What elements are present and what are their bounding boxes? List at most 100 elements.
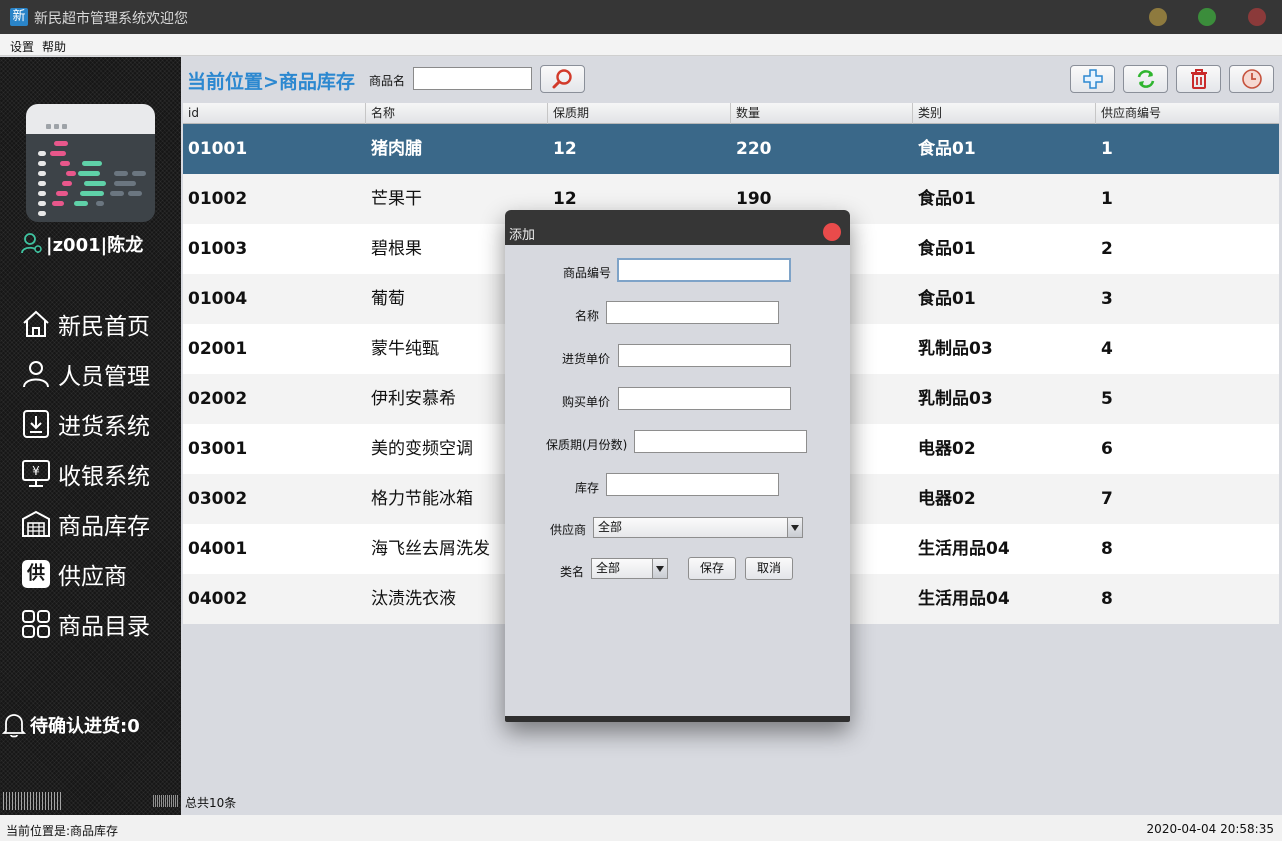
table-cell: 04001 (188, 539, 248, 559)
delete-icon (1190, 69, 1207, 89)
table-cell: 02002 (188, 389, 248, 409)
supplier-select[interactable]: 全部 (593, 517, 803, 538)
sale-price-input[interactable] (618, 387, 791, 410)
add-button[interactable] (1070, 65, 1115, 93)
chevron-down-icon (652, 559, 667, 578)
pending-purchases-label: 待确认进货:0 (30, 716, 140, 737)
dialog-close-button[interactable] (823, 223, 841, 241)
column-header[interactable]: 供应商编号 (1096, 103, 1279, 124)
home-icon (20, 308, 52, 340)
delete-button[interactable] (1176, 65, 1221, 93)
search-label: 商品名 (369, 74, 406, 88)
nav-staff[interactable]: 人员管理 (20, 357, 150, 391)
table-cell: 电器02 (918, 439, 976, 459)
shelf-life-label: 保质期(月份数) (546, 438, 628, 452)
table-cell: 食品01 (918, 189, 976, 209)
nav-purchase-label: 进货系统 (58, 414, 150, 440)
search-input[interactable] (413, 67, 532, 90)
table-header: id 名称 保质期 数量 类别 供应商编号 (183, 103, 1279, 124)
dialog-bottom-edge (505, 716, 850, 722)
table-cell: 乳制品03 (918, 389, 993, 409)
inbox-download-icon (20, 408, 52, 440)
save-button[interactable]: 保存 (688, 557, 736, 580)
history-button[interactable] (1229, 65, 1274, 93)
cashier-icon-glyph: ¥ (32, 464, 40, 478)
table-cell: 01001 (188, 139, 248, 159)
column-header[interactable]: 类别 (913, 103, 1096, 124)
pending-purchases[interactable]: 待确认进货:0 (2, 712, 140, 738)
category-select[interactable]: 全部 (591, 558, 668, 579)
nav-catalog[interactable]: 商品目录 (20, 607, 150, 641)
table-cell: 03001 (188, 439, 248, 459)
table-cell: 1 (1101, 189, 1113, 209)
nav-supplier[interactable]: 供 供应商 (20, 557, 127, 591)
code-input[interactable] (617, 258, 791, 282)
table-cell: 01002 (188, 189, 248, 209)
supplier-badge-icon: 供 (20, 558, 52, 590)
table-cell: 电器02 (918, 489, 976, 509)
minimize-button[interactable] (1149, 8, 1167, 26)
stock-input[interactable] (606, 473, 779, 496)
nav-cashier[interactable]: ¥ 收银系统 (20, 457, 150, 491)
menu-bar: 设置 帮助 (0, 34, 1282, 56)
table-row[interactable]: 01001 猪肉脯 12 220 食品01 1 (183, 124, 1279, 174)
purchase-price-label: 进货单价 (562, 352, 611, 366)
table-cell: 7 (1101, 489, 1113, 509)
cashier-monitor-icon: ¥ (20, 458, 52, 490)
table-cell: 食品01 (918, 239, 976, 259)
table-cell: 04002 (188, 589, 248, 609)
close-window-button[interactable] (1248, 8, 1266, 26)
table-cell: 12 (553, 139, 577, 159)
search-button[interactable] (540, 65, 585, 93)
status-clock: 2020-04-04 20:58:35 (1146, 822, 1274, 836)
dialog-title-bar[interactable]: 添加 (505, 210, 850, 245)
status-bar: 当前位置是:商品库存 2020-04-04 20:58:35 (0, 815, 1282, 841)
column-header[interactable]: 保质期 (548, 103, 731, 124)
record-count: 总共10条 (185, 796, 237, 810)
warehouse-icon (20, 508, 52, 540)
search-icon (552, 69, 572, 89)
code-label: 商品编号 (563, 266, 612, 280)
shelf-life-input[interactable] (634, 430, 807, 453)
bell-icon (2, 714, 26, 738)
nav-purchase[interactable]: 进货系统 (20, 407, 150, 441)
user-gear-icon (21, 233, 42, 254)
table-cell: 4 (1101, 339, 1113, 359)
menu-help[interactable]: 帮助 (42, 38, 66, 55)
purchase-price-input[interactable] (618, 344, 791, 367)
grid-catalog-icon (20, 608, 52, 640)
table-cell: 猪肉脯 (371, 139, 422, 159)
breadcrumb: 当前位置>商品库存 (187, 71, 355, 93)
nav-catalog-label: 商品目录 (58, 614, 150, 640)
table-cell: 01003 (188, 239, 248, 259)
table-cell: 食品01 (918, 289, 976, 309)
table-cell: 8 (1101, 589, 1113, 609)
add-product-dialog: 添加 商品编号 名称 进货单价 购买单价 保质期(月份数) 库存 供应商 全部 … (505, 210, 850, 722)
table-cell: 2 (1101, 239, 1113, 259)
nav-home[interactable]: 新民首页 (20, 307, 150, 341)
nav-inventory[interactable]: 商品库存 (20, 507, 150, 541)
nav-inventory-label: 商品库存 (58, 514, 150, 540)
maximize-button[interactable] (1198, 8, 1216, 26)
nav-supplier-label: 供应商 (58, 564, 127, 590)
column-header[interactable]: 名称 (366, 103, 548, 124)
table-cell: 1 (1101, 139, 1113, 159)
column-header[interactable]: id (183, 103, 366, 124)
menu-settings[interactable]: 设置 (10, 38, 34, 55)
current-user: |z001|陈龙 (20, 231, 143, 257)
window-title: 新民超市管理系统欢迎您 (34, 11, 188, 27)
cancel-button[interactable]: 取消 (745, 557, 793, 580)
nav-staff-label: 人员管理 (58, 364, 150, 390)
table-cell: 8 (1101, 539, 1113, 559)
chevron-down-icon (787, 518, 802, 537)
dialog-title: 添加 (509, 228, 536, 243)
sidebar: |z001|陈龙 新民首页 人员管理 进货系统 ¥ 收银系统 商品库存 供 供应… (0, 57, 181, 815)
app-logo-card (26, 104, 155, 222)
add-icon (1082, 69, 1103, 89)
refresh-button[interactable] (1123, 65, 1168, 93)
name-input[interactable] (606, 301, 779, 324)
nav-cashier-label: 收银系统 (58, 464, 150, 490)
title-bar: 新 新民超市管理系统欢迎您 (0, 0, 1282, 34)
column-header[interactable]: 数量 (731, 103, 913, 124)
table-cell: 02001 (188, 339, 248, 359)
